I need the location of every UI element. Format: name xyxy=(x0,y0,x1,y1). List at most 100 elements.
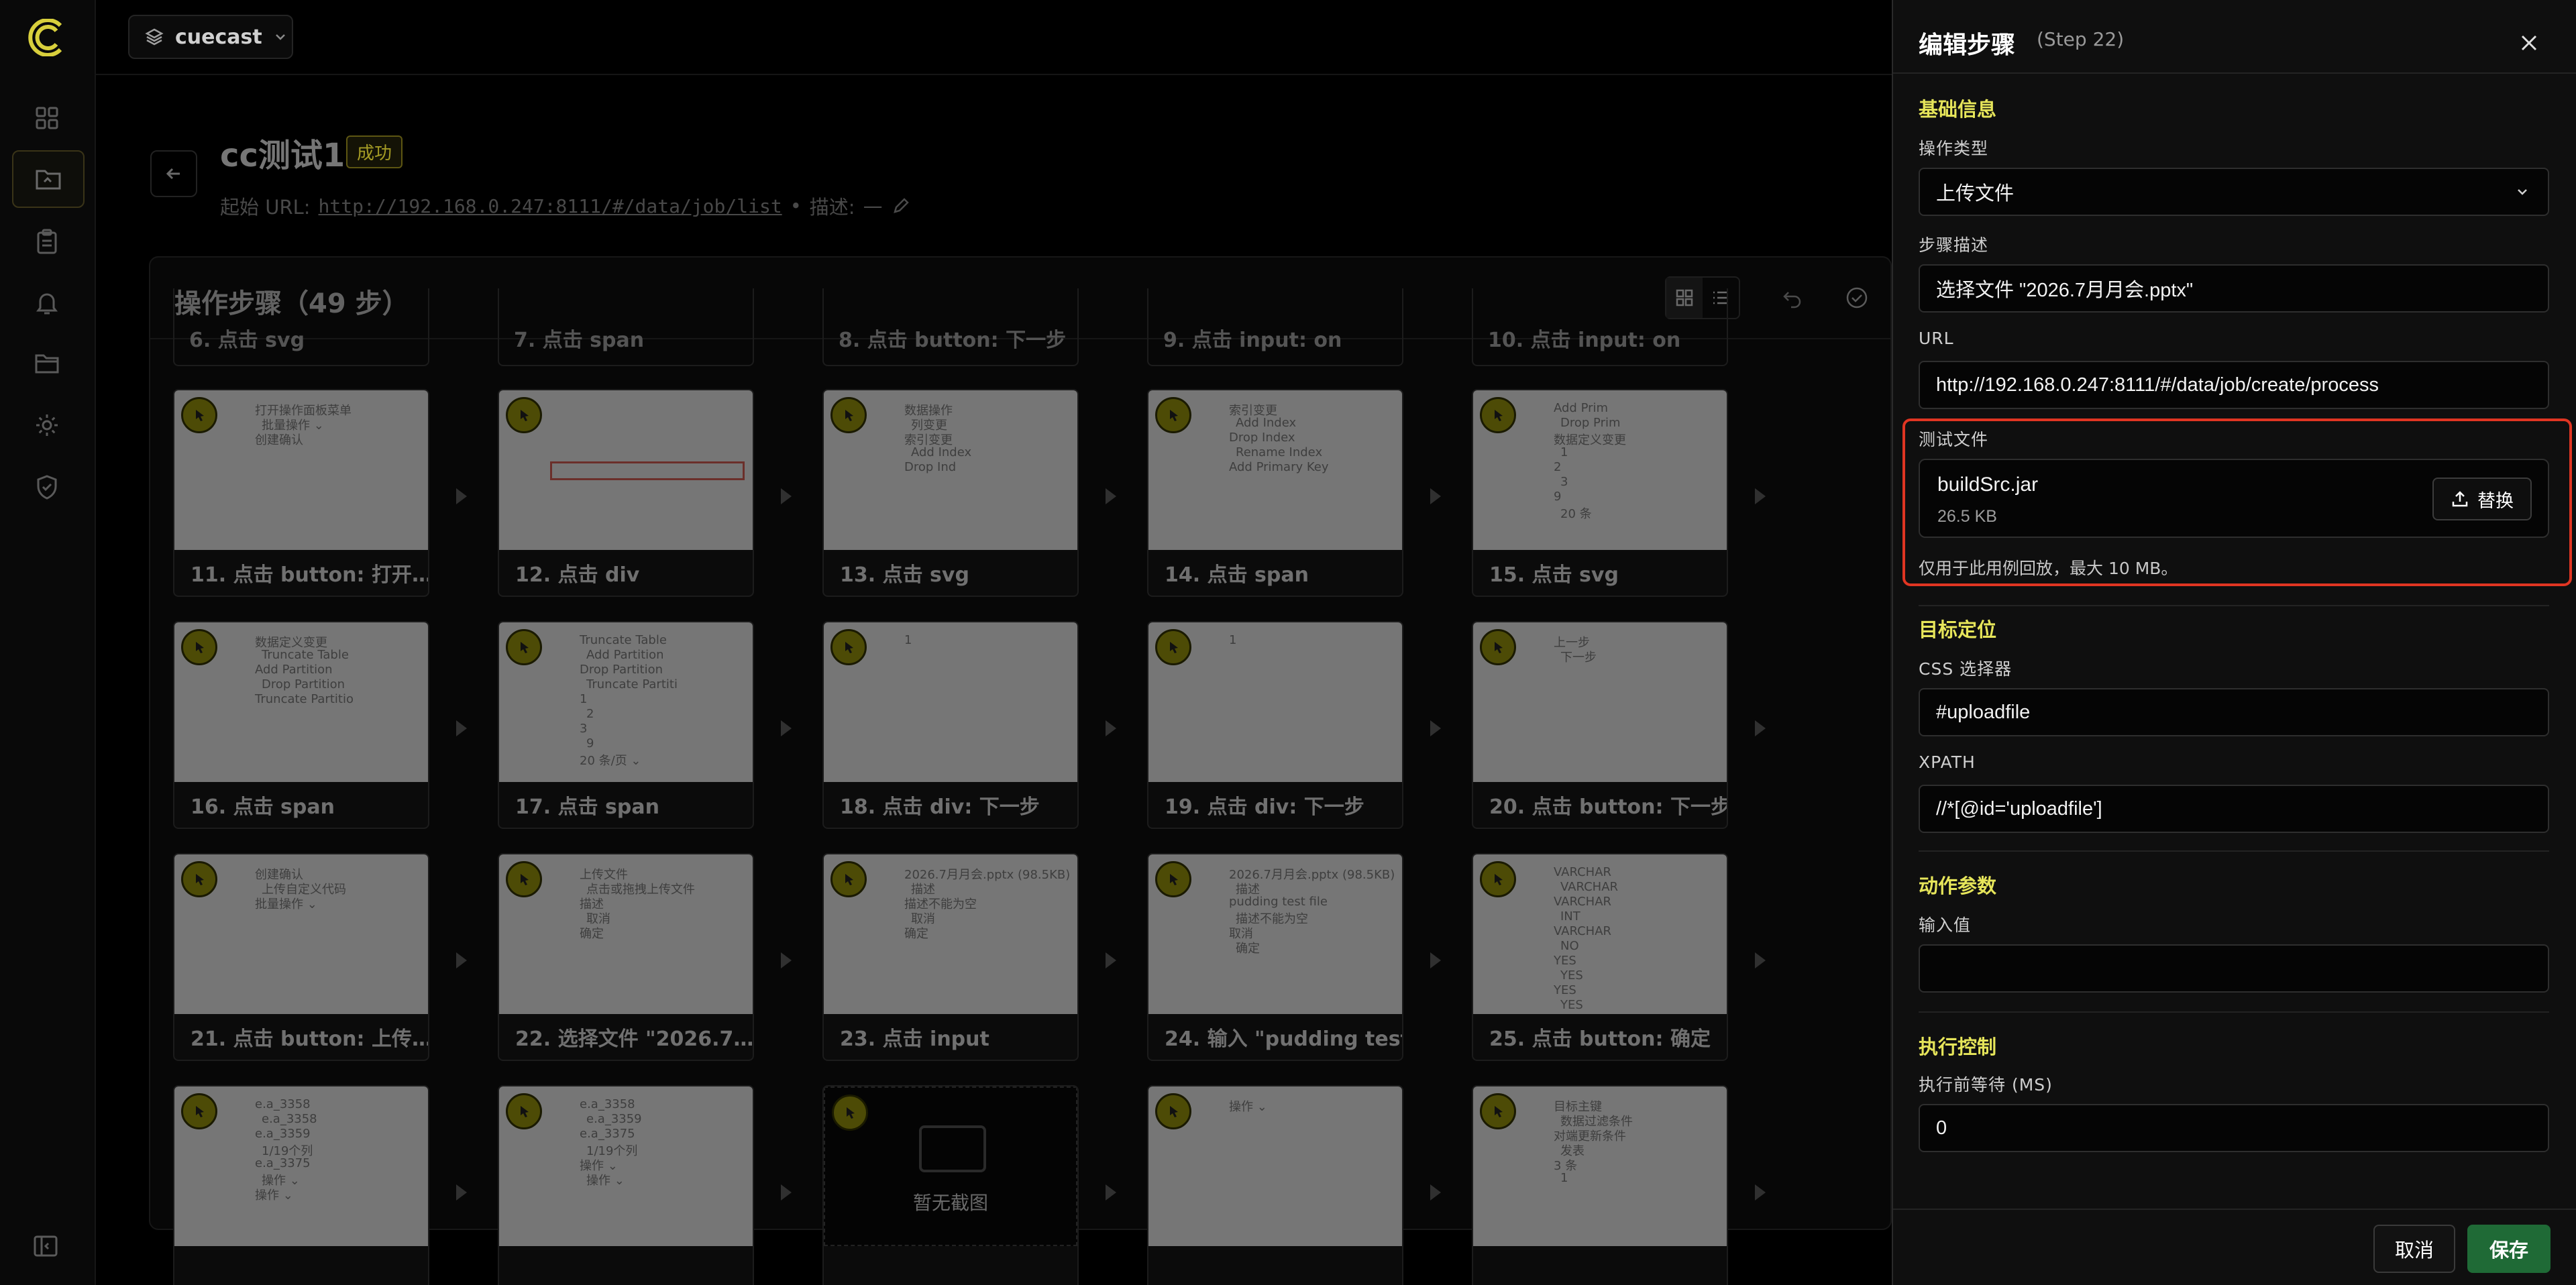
section-basic: 基础信息 xyxy=(1919,98,1997,121)
action-type-value: 上传文件 xyxy=(1936,183,2015,205)
app-logo[interactable] xyxy=(25,19,68,56)
step-desc-input[interactable]: 选择文件 "2026.7月月会.pptx" xyxy=(1919,264,2549,313)
click-icon xyxy=(1155,629,1191,665)
undo-icon[interactable] xyxy=(1774,279,1811,317)
dashboard-icon[interactable] xyxy=(31,102,63,134)
step-card[interactable]: 目标主键 数据过滤条件 对端更新条件 发表 3 条1 xyxy=(1472,1085,1728,1285)
thumb-text: 9 xyxy=(1554,490,1562,504)
thumb-text: e.a_3358 xyxy=(580,1097,635,1111)
step-label: 7. 点击 span xyxy=(514,329,645,352)
step-card[interactable]: 数据操作 列变更 索引变更 Add Index Drop Ind 13. 点击 svg xyxy=(822,389,1079,597)
step-thumbnail: 数据定义变更 Truncate Table Add Partition Drop Pa… xyxy=(174,622,428,782)
step-card[interactable]: Add Prim Drop Prim 数据定义变更 1 2 3 9 20 条 15. 点击 sv… xyxy=(1472,389,1728,597)
drawer-title: 编辑步骤 xyxy=(1919,32,2016,59)
file-hint: 仅用于此用例回放，最大 10 MB。 xyxy=(1919,559,2178,578)
url-input[interactable]: http://192.168.0.247:8111/#/data/job/cre… xyxy=(1919,361,2549,409)
step-card[interactable]: 12. 点击 div xyxy=(498,389,754,597)
back-button[interactable] xyxy=(150,150,197,197)
thumb-text: 9 xyxy=(586,736,594,750)
step-card[interactable]: 上一步 下一步 20. 点击 button: 下一步 xyxy=(1472,621,1728,829)
thumb-text: Add Partition xyxy=(586,648,664,662)
url-label: URL xyxy=(1919,329,1954,348)
thumb-text: 1 xyxy=(580,692,588,706)
step-card[interactable]: e.a_3358 e.a_3358 e.a_3359 1/19个列 e.a_3375 操作… xyxy=(173,1085,429,1285)
edit-icon[interactable] xyxy=(891,196,911,216)
project-name: cuecast xyxy=(175,25,262,49)
drawer-divider xyxy=(1893,72,2576,74)
step-card[interactable]: 上传文件 点击或拖拽上传文件 描述 取消 确定 22. 选择文件 "2026.7… xyxy=(498,853,754,1061)
click-icon xyxy=(1480,861,1516,897)
thumb-text: pudding test file xyxy=(1229,895,1328,909)
step-card[interactable]: 1 19. 点击 div: 下一步 xyxy=(1147,621,1403,829)
step-label: 22. 选择文件 "2026.7… xyxy=(515,1027,754,1051)
section-params: 动作参数 xyxy=(1919,875,1997,897)
settings-icon[interactable] xyxy=(31,409,63,441)
arrow-right-icon xyxy=(781,488,792,504)
start-url-link[interactable]: http://192.168.0.247:8111/#/data/job/lis… xyxy=(319,195,782,217)
step-card[interactable]: 创建确认 上传自定义代码 批量操作 ⌄ 21. 点击 button: 上传… xyxy=(173,853,429,1061)
css-selector-label: CSS 选择器 xyxy=(1919,659,2012,679)
arrow-right-icon xyxy=(1755,1184,1766,1200)
cancel-button[interactable]: 取消 xyxy=(2373,1225,2455,1273)
arrow-right-icon xyxy=(1755,720,1766,736)
step-card[interactable]: 索引变更 Add Index Drop Index Rename Index Add P… xyxy=(1147,389,1403,597)
click-icon xyxy=(181,629,217,665)
wait-input[interactable]: 0 xyxy=(1919,1104,2549,1152)
check-circle-icon[interactable] xyxy=(1838,279,1876,317)
project-selector[interactable]: cuecast xyxy=(128,15,293,59)
click-icon xyxy=(1480,629,1516,665)
thumb-text: Truncate Table xyxy=(580,633,667,647)
xpath-input[interactable]: //*[@id='uploadfile'] xyxy=(1919,785,2549,833)
step-card[interactable]: e.a_3358 e.a_3359 e.a_3375 1/19个列 操作 ⌄ 操作 ⌄ xyxy=(498,1085,754,1285)
xpath-label: XPATH xyxy=(1919,752,1976,772)
step-thumbnail: 数据操作 列变更 索引变更 Add Index Drop Ind xyxy=(824,390,1077,550)
step-card[interactable]: 数据定义变更 Truncate Table Add Partition Drop Pa… xyxy=(173,621,429,829)
arrow-right-icon xyxy=(1106,720,1116,736)
close-icon[interactable] xyxy=(2517,31,2541,55)
collapse-sidebar-icon[interactable] xyxy=(32,1233,63,1264)
security-icon[interactable] xyxy=(31,471,63,503)
alerts-icon[interactable] xyxy=(31,287,63,319)
action-type-select[interactable]: 上传文件 xyxy=(1919,168,2549,216)
thumb-text: 1 xyxy=(1229,633,1237,647)
step-label: 11. 点击 button: 打开… xyxy=(191,563,429,587)
step-thumbnail: 2026.7月月会.pptx (98.5KB) 描述 pudding test fi… xyxy=(1148,854,1402,1014)
click-icon xyxy=(830,861,867,897)
thumb-text: NO xyxy=(1560,939,1579,953)
step-card[interactable]: 2026.7月月会.pptx (98.5KB) 描述 pudding test fi… xyxy=(1147,853,1403,1061)
no-screenshot-text: 暂无截图 xyxy=(912,1192,988,1214)
step-card[interactable]: 1 18. 点击 div: 下一步 xyxy=(822,621,1079,829)
step-card[interactable]: Truncate Table Add Partition Drop Partitio… xyxy=(498,621,754,829)
thumb-text: 下一步 xyxy=(1560,651,1597,665)
input-value-label: 输入值 xyxy=(1919,915,1972,935)
input-value-field[interactable] xyxy=(1919,944,2549,993)
step-card[interactable]: 打开操作面板菜单 批量操作 ⌄ 创建确认 11. 点击 button: 打开… xyxy=(173,389,429,597)
step-card[interactable]: 操作 ⌄ xyxy=(1147,1085,1403,1285)
arrow-right-icon xyxy=(1106,1184,1116,1200)
meta-separator: • xyxy=(790,194,802,217)
files-icon[interactable] xyxy=(31,347,63,380)
edit-step-drawer: 编辑步骤 (Step 22) 基础信息 操作类型 上传文件 步骤描述 选择文件 … xyxy=(1892,0,2576,1285)
step-desc-label: 步骤描述 xyxy=(1919,235,1989,255)
css-selector-input[interactable]: #uploadfile xyxy=(1919,688,2549,736)
jobs-icon[interactable] xyxy=(12,150,85,208)
job-meta: 起始 URL: http://192.168.0.247:8111/#/data… xyxy=(220,192,911,220)
reports-icon[interactable] xyxy=(31,225,63,258)
thumb-text: 2 xyxy=(1554,460,1562,474)
divider xyxy=(1919,850,2549,852)
sidebar xyxy=(0,0,96,1285)
thumb-text: Truncate Partiti xyxy=(586,677,678,691)
chevron-down-icon xyxy=(275,34,285,40)
step-thumbnail: 暂无截图 xyxy=(824,1086,1077,1246)
replace-file-button[interactable]: 替换 xyxy=(2432,478,2532,520)
thumb-text: Drop Partition xyxy=(262,677,345,691)
step-thumbnail: 目标主键 数据过滤条件 对端更新条件 发表 3 条1 xyxy=(1473,1086,1727,1246)
step-card[interactable]: VARCHAR VARCHAR VARCHAR INT VARCHAR NO YES YES Y… xyxy=(1472,853,1728,1061)
highlight-box xyxy=(550,461,745,480)
save-button[interactable]: 保存 xyxy=(2467,1225,2551,1273)
step-card[interactable]: 暂无截图 xyxy=(822,1085,1079,1285)
step-card[interactable]: 2026.7月月会.pptx (98.5KB) 描述 描述不能为空 取消 确定 23. 点… xyxy=(822,853,1079,1061)
arrow-left-icon xyxy=(166,168,180,180)
thumb-text: e.a_3358 xyxy=(255,1097,311,1111)
step-label: 18. 点击 div: 下一步 xyxy=(840,795,1040,819)
